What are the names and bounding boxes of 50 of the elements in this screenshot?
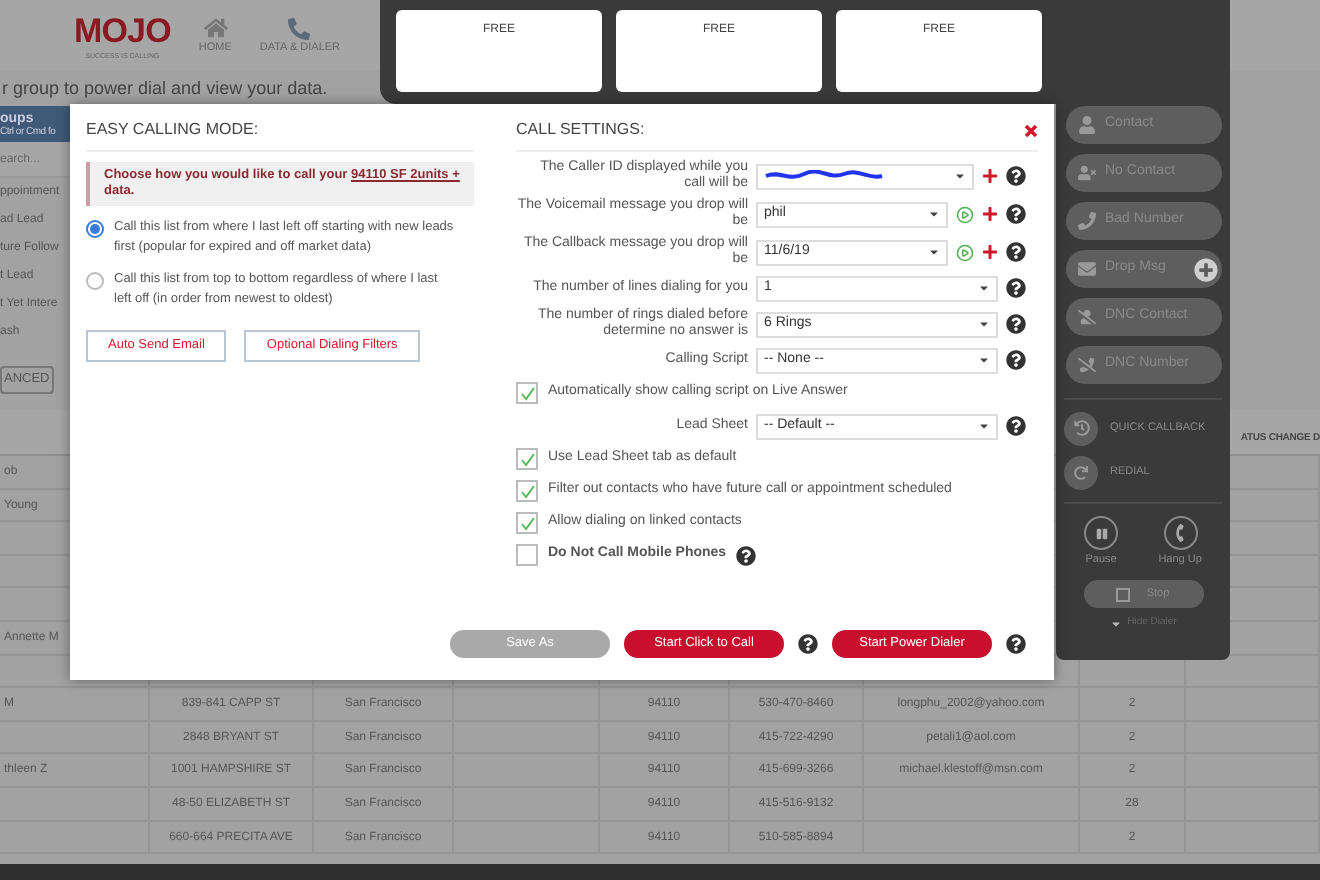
section-title: EASY CALLING MODE: — [86, 118, 474, 152]
help-icon[interactable] — [798, 634, 818, 654]
square-icon — [1116, 587, 1131, 602]
help-icon[interactable] — [1006, 204, 1026, 224]
phone-slash-icon — [1077, 356, 1095, 374]
caret-icon — [1109, 618, 1122, 630]
page-subtitle: r group to power dial and view your data. — [0, 76, 330, 102]
person-icon — [1077, 116, 1095, 134]
checkbox[interactable] — [516, 448, 538, 470]
play-icon[interactable] — [956, 243, 974, 261]
plus-icon[interactable] — [982, 206, 998, 222]
person-slash-icon — [1077, 308, 1095, 326]
caret-icon — [978, 420, 990, 432]
caret-icon — [954, 170, 966, 182]
person-x-icon — [1077, 164, 1095, 182]
caret-icon — [978, 318, 990, 330]
close-icon[interactable] — [1024, 123, 1038, 137]
help-icon[interactable] — [1006, 634, 1026, 654]
radio-button[interactable] — [86, 272, 104, 290]
phone-redo-icon — [1064, 455, 1098, 489]
add-icon[interactable] — [1193, 257, 1217, 281]
section-title: CALL SETTINGS: — [516, 118, 645, 142]
play-icon[interactable] — [956, 205, 974, 223]
help-icon[interactable] — [1006, 314, 1026, 334]
phone-icon — [288, 17, 311, 40]
select-field[interactable] — [756, 163, 974, 189]
checkbox[interactable] — [516, 544, 538, 566]
phone-icon — [1077, 212, 1095, 230]
help-icon[interactable] — [1006, 416, 1026, 436]
radio-button[interactable] — [86, 220, 104, 238]
plus-icon[interactable] — [982, 244, 998, 260]
envelope-icon — [1077, 260, 1095, 278]
help-icon[interactable] — [1006, 166, 1026, 186]
phone-clock-icon — [1064, 411, 1098, 445]
caret-icon — [978, 354, 990, 366]
checkbox[interactable] — [516, 480, 538, 502]
caret-icon — [978, 282, 990, 294]
caret-icon — [928, 246, 940, 258]
help-icon[interactable] — [736, 545, 757, 565]
home-icon — [203, 15, 228, 40]
help-icon[interactable] — [1006, 350, 1026, 370]
help-icon[interactable] — [1006, 278, 1026, 298]
checkbox[interactable] — [516, 382, 538, 404]
help-icon[interactable] — [1006, 242, 1026, 262]
caret-icon — [928, 208, 940, 220]
hang-up-icon — [1163, 516, 1198, 550]
pause-icon — [1084, 516, 1119, 550]
plus-icon[interactable] — [982, 168, 998, 184]
checkbox[interactable] — [516, 512, 538, 534]
logo[interactable]: MOJO — [74, 12, 171, 52]
